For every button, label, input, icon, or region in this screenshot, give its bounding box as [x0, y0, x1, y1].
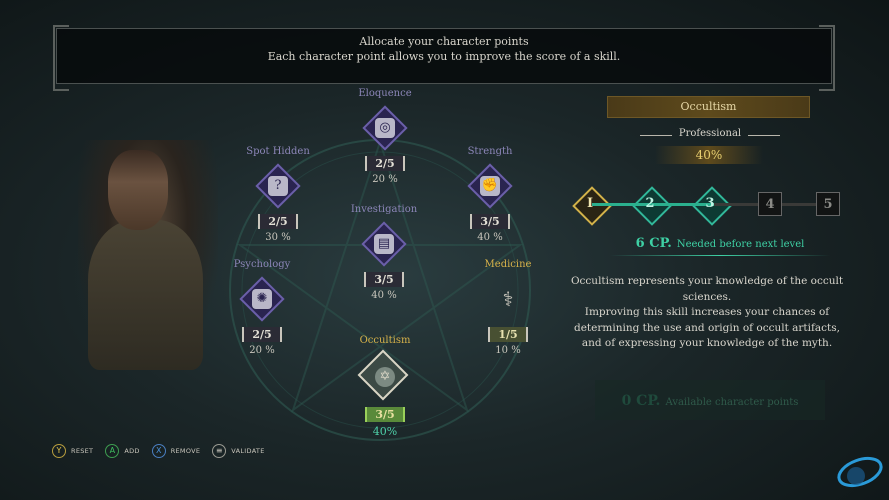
cp-available-label: Available character points [665, 397, 799, 408]
level-5-marker: 5 [816, 192, 840, 216]
skill-psychology[interactable]: Psychology ✺ 2/5 20 % [217, 259, 307, 356]
skill-name: Investigation [350, 204, 418, 215]
skill-medicine[interactable]: Medicine ⚕ 1/5 10 % [463, 259, 553, 356]
validate-control[interactable]: ≡ VALIDATE [212, 444, 264, 458]
document-icon: ▤ [374, 234, 394, 254]
cp-needed-value: 6 CP. [635, 236, 672, 251]
skill-percent: 40 % [477, 232, 503, 243]
detail-percent: 40% [655, 146, 763, 164]
skill-percent: 20 % [372, 174, 398, 185]
skill-investigation[interactable]: Investigation ▤ 3/5 40 % [339, 204, 429, 301]
cp-available: 0 CP. Available character points [595, 380, 825, 420]
cp-available-value: 0 CP. [621, 393, 661, 409]
skill-eloquence[interactable]: Eloquence ◎ 2/5 20 % [340, 88, 430, 185]
detail-title: Occultism [607, 96, 810, 118]
cp-needed: 6 CP. Needed before next level [600, 232, 840, 256]
brain-icon: ✺ [252, 289, 272, 309]
skill-strength[interactable]: Strength ✊ 3/5 40 % [445, 146, 535, 243]
skill-score: 3/5 [364, 272, 404, 287]
skill-score: 3/5 [470, 214, 510, 229]
a-button-icon: A [105, 444, 120, 458]
menu-button-icon: ≡ [212, 444, 227, 458]
skill-score: 2/5 [258, 214, 298, 229]
skill-description: Occultism represents your knowledge of t… [566, 274, 848, 352]
caduceus-icon: ⚕ [502, 287, 514, 311]
description-line-2: Improving this skill increases your chan… [574, 306, 840, 349]
skill-score: 2/5 [365, 156, 405, 171]
skill-percent: 40% [372, 425, 398, 438]
skill-percent: 20 % [249, 345, 275, 356]
fist-icon: ✊ [480, 176, 500, 196]
description-line-1: Occultism represents your knowledge of t… [570, 275, 844, 303]
level-2-marker: 2 [638, 192, 662, 216]
reset-control[interactable]: Y RESET [52, 444, 93, 458]
coins-icon: ◎ [375, 118, 395, 138]
skill-percent: 30 % [265, 232, 291, 243]
level-1-marker: I [578, 192, 602, 216]
skill-score: 2/5 [242, 327, 282, 342]
skill-name: Psychology [233, 259, 291, 270]
skill-name: Eloquence [358, 88, 412, 99]
instructions-subtitle: Each character point allows you to impro… [267, 50, 621, 63]
detail-rank: Professional [640, 128, 780, 139]
remove-control[interactable]: X REMOVE [151, 444, 201, 458]
x-button-icon: X [151, 444, 166, 458]
skill-name: Strength [467, 146, 513, 157]
watermark-logo [837, 456, 883, 488]
reset-label: RESET [71, 447, 94, 455]
y-button-icon: Y [52, 444, 66, 458]
level-3-marker: 3 [698, 192, 722, 216]
question-icon: ? [268, 176, 288, 196]
skill-percent: 40 % [371, 290, 397, 301]
add-control[interactable]: A ADD [105, 444, 139, 458]
skill-level-track: I 2 3 4 5 [574, 190, 844, 220]
skill-name: Medicine [484, 259, 532, 270]
skill-percent: 10 % [495, 345, 521, 356]
add-label: ADD [124, 447, 140, 455]
skill-score: 1/5 [488, 327, 528, 342]
remove-label: REMOVE [170, 447, 201, 455]
occult-sigil-icon: ✡ [375, 367, 395, 387]
skill-name: Spot Hidden [246, 146, 310, 157]
validate-label: VALIDATE [231, 447, 265, 455]
skill-name: Occultism [359, 335, 411, 346]
controls-bar: Y RESET A ADD X REMOVE ≡ VALIDATE [52, 443, 277, 459]
instructions-title: Allocate your character points [359, 35, 529, 48]
cp-needed-label: Needed before next level [676, 239, 805, 250]
skill-score: 3/5 [365, 407, 405, 422]
character-portrait [78, 140, 218, 370]
skill-occultism[interactable]: Occultism ✡ 3/5 40% [340, 335, 430, 438]
instructions-banner: Allocate your character points Each char… [53, 25, 835, 91]
skill-spot-hidden[interactable]: Spot Hidden ? 2/5 30 % [233, 146, 323, 243]
level-4-marker: 4 [758, 192, 782, 216]
